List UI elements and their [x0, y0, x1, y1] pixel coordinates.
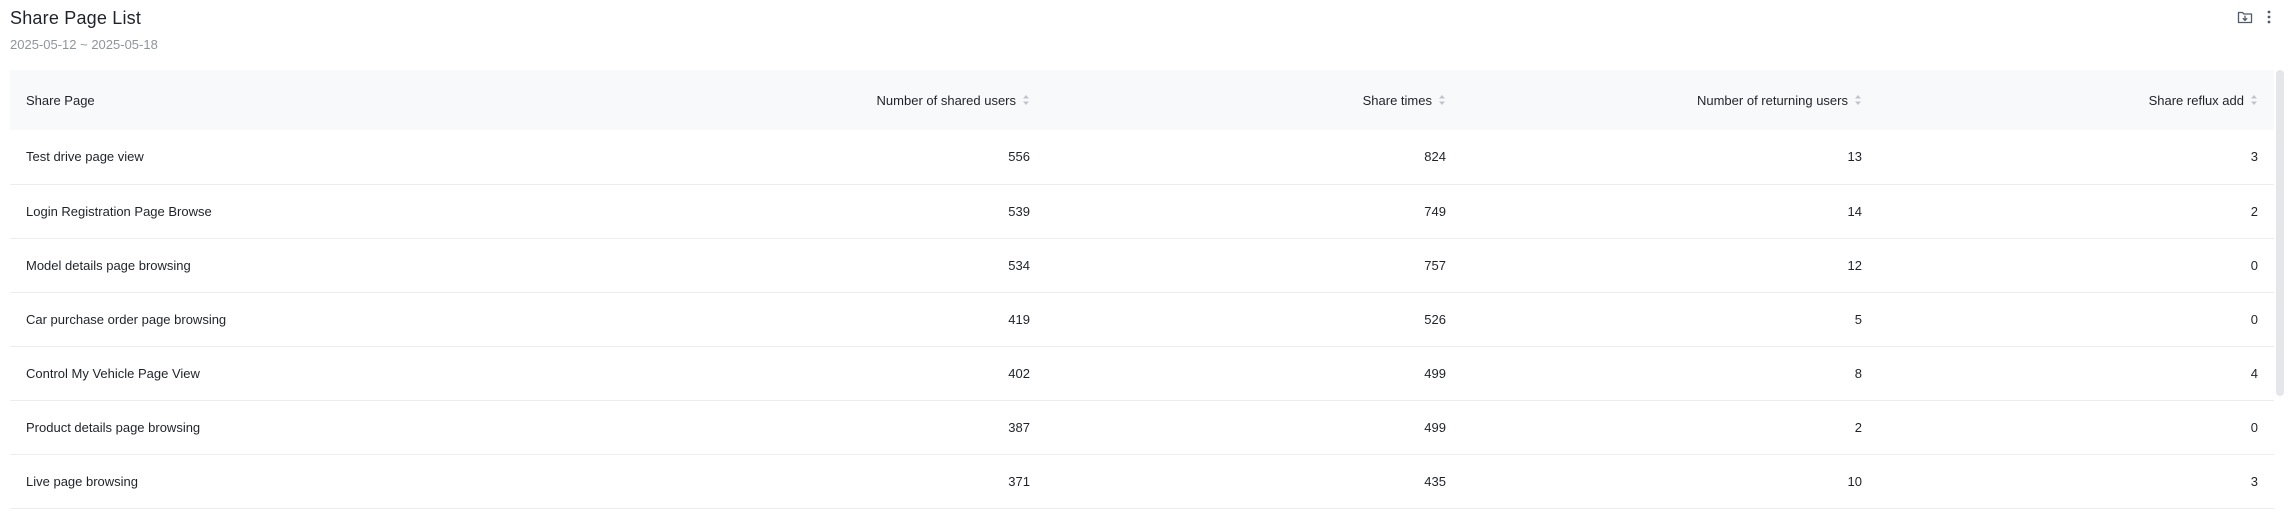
vertical-scrollbar[interactable] [2276, 70, 2284, 396]
share-page-list-card: Share Page List 2025-05-12 ~ 2025-05-18 [0, 0, 2288, 528]
cell-share-page: Test drive page view [26, 149, 144, 165]
card-header: Share Page List 2025-05-12 ~ 2025-05-18 [10, 6, 158, 54]
cell-reflux-add: 0 [2250, 311, 2258, 327]
sort-icon[interactable] [1854, 94, 1862, 106]
cell-shared-users: 402 [1008, 365, 1030, 381]
cell-returning-users: 10 [1847, 473, 1862, 489]
cell-returning-users: 13 [1847, 149, 1862, 165]
cell-reflux-add: 0 [2250, 257, 2258, 273]
cell-share-page: Control My Vehicle Page View [26, 365, 200, 381]
table-header-row: Share Page Number of shared users Share … [10, 70, 2274, 130]
cell-returning-users: 2 [1854, 419, 1862, 435]
cell-share-times: 435 [1424, 473, 1446, 489]
cell-shared-users: 534 [1008, 257, 1030, 273]
column-header-share-times[interactable]: Share times [1046, 70, 1462, 130]
sort-icon[interactable] [2250, 94, 2258, 106]
cell-shared-users: 419 [1008, 311, 1030, 327]
cell-returning-users: 5 [1854, 311, 1862, 327]
cell-shared-users: 556 [1008, 149, 1030, 165]
cell-shared-users: 539 [1008, 203, 1030, 219]
cell-shared-users: 371 [1008, 473, 1030, 489]
cell-reflux-add: 4 [2250, 365, 2258, 381]
sort-icon[interactable] [1438, 94, 1446, 106]
cell-reflux-add: 3 [2250, 473, 2258, 489]
sort-icon[interactable] [1022, 94, 1030, 106]
card-title: Share Page List [10, 8, 142, 28]
cell-share-page: Model details page browsing [26, 257, 191, 273]
table-row: Login Registration Page Browse 539 749 1… [10, 184, 2274, 238]
cell-share-times: 499 [1424, 365, 1446, 381]
column-header-label: Share Page [26, 92, 95, 108]
column-header-label: Number of returning users [1696, 92, 1848, 108]
table-container[interactable]: Share Page Number of shared users Share … [10, 70, 2284, 528]
cell-share-page: Login Registration Page Browse [26, 203, 212, 219]
cell-share-times: 499 [1424, 419, 1446, 435]
table-row: Test drive page view 556 824 13 3 [10, 130, 2274, 184]
cell-share-times: 749 [1424, 203, 1446, 219]
cell-share-page: Car purchase order page browsing [26, 311, 227, 327]
column-header-label: Number of shared users [876, 92, 1016, 108]
table-row: Model details page browsing 534 757 12 0 [10, 238, 2274, 292]
column-header-label: Share times [1362, 92, 1432, 108]
cell-returning-users: 8 [1854, 365, 1862, 381]
header-actions [2236, 8, 2278, 26]
cell-shared-users: 387 [1008, 419, 1030, 435]
cell-reflux-add: 3 [2250, 149, 2258, 165]
date-range: 2025-05-12 ~ 2025-05-18 [10, 37, 158, 52]
cell-reflux-add: 0 [2250, 419, 2258, 435]
cell-reflux-add: 2 [2250, 203, 2258, 219]
table-row: Control My Vehicle Page View 402 499 8 4 [10, 346, 2274, 400]
column-header-share-page: Share Page [10, 70, 630, 130]
column-header-returning-users[interactable]: Number of returning users [1462, 70, 1878, 130]
cell-share-times: 757 [1424, 257, 1446, 273]
cell-share-page: Product details page browsing [26, 419, 201, 435]
column-header-reflux-add[interactable]: Share reflux add [1878, 70, 2274, 130]
cell-share-times: 526 [1424, 311, 1446, 327]
column-header-label: Share reflux add [2148, 92, 2244, 108]
table-row: Car purchase order page browsing 419 526… [10, 292, 2274, 346]
column-header-shared-users[interactable]: Number of shared users [630, 70, 1046, 130]
cell-share-page: Live page browsing [26, 473, 139, 489]
cell-returning-users: 14 [1847, 203, 1862, 219]
cell-returning-users: 12 [1847, 257, 1862, 273]
share-page-table: Share Page Number of shared users Share … [10, 70, 2274, 509]
folder-download-icon[interactable] [2236, 8, 2254, 26]
table-row: Product details page browsing 387 499 2 … [10, 400, 2274, 454]
more-vertical-icon[interactable] [2260, 8, 2278, 26]
table-row: Live page browsing 371 435 10 3 [10, 454, 2274, 508]
cell-share-times: 824 [1424, 149, 1446, 165]
